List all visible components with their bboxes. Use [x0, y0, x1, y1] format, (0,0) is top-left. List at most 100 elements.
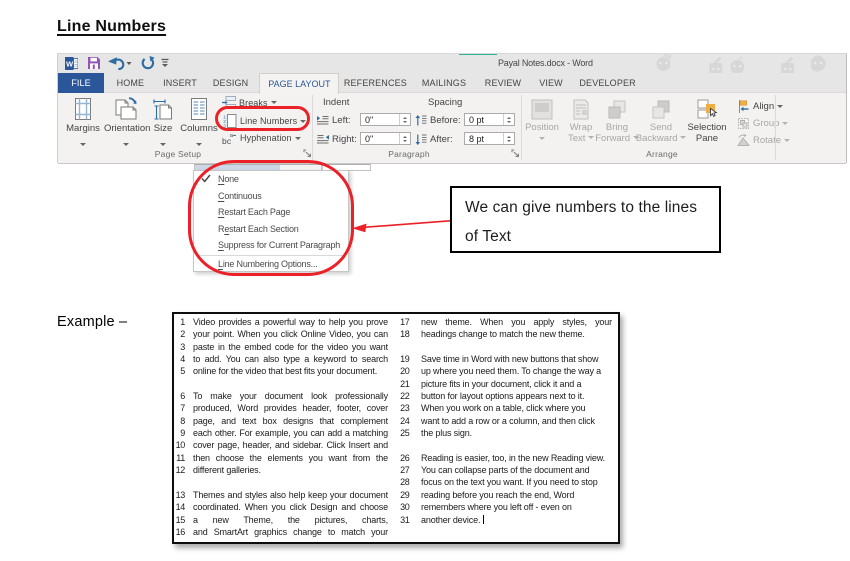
- line-number: 28: [400, 477, 410, 488]
- spacing-before-icon: [415, 114, 427, 125]
- position-button[interactable]: Position: [521, 95, 563, 159]
- example-left-column: 1 Video provides a powerful way to help …: [172, 317, 389, 539]
- undo-icon[interactable]: [107, 56, 125, 70]
- spacing-after-icon: [415, 134, 427, 145]
- ribbon-tab[interactable]: MAILINGS: [422, 73, 466, 93]
- example-line: 30 remembers where you left off - even o…: [400, 502, 612, 514]
- ribbon-tab[interactable]: HOME: [117, 73, 145, 93]
- example-line: 13 Themes and styles also help keep your…: [172, 490, 389, 502]
- margins-icon: [75, 98, 91, 120]
- line-text: produced, Word provides header, footer, …: [193, 403, 388, 414]
- indent-header: Indent: [323, 97, 350, 108]
- blob-watermark-icon: [811, 55, 826, 72]
- ribbon-tab[interactable]: DEVELOPER: [579, 73, 635, 93]
- ribbon-tab[interactable]: VIEW: [539, 73, 563, 93]
- indent-right-input[interactable]: 0": [360, 132, 411, 145]
- save-icon[interactable]: [88, 56, 100, 70]
- undo-dropdown-icon[interactable]: [126, 56, 132, 70]
- page-title: Line Numbers: [57, 18, 167, 35]
- group-button[interactable]: Group: [737, 116, 789, 130]
- example-line: 22 button for layout options appears nex…: [400, 391, 612, 403]
- rotate-button[interactable]: Rotate: [737, 133, 790, 147]
- line-number: 4: [180, 353, 185, 364]
- hyphenation-button[interactable]: bc a Hyphenation: [222, 130, 301, 146]
- line-text: remembers where you left off - even on: [421, 502, 572, 513]
- line-text: Reading is easier, too, in the new Readi…: [421, 452, 605, 463]
- group-icon: [738, 117, 749, 129]
- line-text: paste in the embed code for the video yo…: [193, 341, 388, 352]
- wrap-text-icon: [573, 99, 589, 120]
- ribbon-tab[interactable]: REFERENCES: [344, 73, 407, 93]
- line-number: 7: [180, 403, 185, 414]
- line-number: 9: [180, 428, 185, 439]
- spacing-before-row: Before:: [415, 113, 461, 127]
- orientation-icon: [115, 97, 137, 120]
- example-label: Example –: [57, 314, 128, 330]
- ribbon-tabs: FILE HOME INSERT DESIGN PAGE LAYOUT REFE…: [58, 73, 846, 94]
- line-text: and SmartArt graphics change to match yo…: [193, 526, 388, 537]
- line-number: 2: [180, 329, 185, 340]
- dropdown-caret-icon: [782, 121, 789, 125]
- ribbon-tab[interactable]: FILE: [58, 73, 104, 93]
- dropdown-caret-icon: [777, 104, 784, 108]
- line-text: a new Theme, the pictures, charts,: [193, 514, 388, 525]
- spacing-after-input[interactable]: 8 pt: [464, 132, 515, 145]
- align-icon: [739, 99, 749, 113]
- ribbon-tab[interactable]: PAGE LAYOUT: [259, 73, 340, 94]
- indent-left-input[interactable]: 0": [360, 113, 411, 126]
- example-line: 20 up where you need them. To change the…: [400, 366, 612, 378]
- spacing-after-row: After:: [415, 132, 453, 146]
- align-button[interactable]: Align: [737, 99, 784, 113]
- indent-right-row: Right:: [317, 132, 357, 146]
- spacing-before-input[interactable]: 0 pt: [464, 113, 515, 126]
- text-cursor: [483, 514, 485, 524]
- line-number: 11: [176, 452, 185, 463]
- dropdown-caret-icon: [160, 142, 166, 146]
- margins-button[interactable]: Margins: [62, 95, 104, 161]
- line-text: each other. For example, you can add a m…: [193, 428, 388, 439]
- spacing-before-spinner[interactable]: [503, 114, 514, 125]
- paragraph-dialog-launcher[interactable]: [511, 149, 520, 158]
- line-text: up where you need them. To change the wa…: [421, 366, 602, 377]
- rotate-icon: [737, 133, 750, 146]
- watermark-icons: [656, 54, 826, 73]
- ribbon-tab[interactable]: REVIEW: [485, 73, 521, 93]
- example-line: 12 different galleries.: [172, 465, 388, 477]
- page-setup-group-label: Page Setup: [154, 149, 202, 159]
- line-text: new theme. When you apply styles, your: [421, 316, 612, 327]
- word-app-icon: W: [65, 56, 78, 70]
- line-number: 21: [400, 378, 410, 389]
- indent-right-spinner[interactable]: [399, 133, 410, 144]
- example-line: 29 reading before you reach the end, Wor…: [400, 490, 612, 502]
- spacing-after-spinner[interactable]: [503, 133, 514, 144]
- line-number: 24: [400, 415, 410, 426]
- line-number: 5: [180, 366, 185, 377]
- indent-left-spinner[interactable]: [399, 114, 410, 125]
- example-line: 17 new theme. When you apply styles, you…: [400, 317, 612, 329]
- spacing-header: Spacing: [428, 97, 463, 108]
- line-text: headings change to match the new theme.: [421, 329, 585, 340]
- line-number: 25: [400, 428, 410, 439]
- example-line: 7 produced, Word provides header, footer…: [172, 403, 388, 415]
- example-line: 9 each other. For example, you can add a…: [172, 428, 388, 440]
- line-number: 8: [180, 415, 185, 426]
- selection-pane-icon: [697, 99, 718, 119]
- line-text: You can collapse parts of the document a…: [421, 465, 590, 476]
- customize-qat-icon[interactable]: [161, 56, 169, 70]
- example-right-column: 17 new theme. When you apply styles, you…: [400, 317, 612, 527]
- page-setup-dialog-launcher[interactable]: [303, 149, 312, 158]
- columns-icon: [191, 98, 207, 120]
- line-text: another device.: [421, 514, 481, 525]
- repeat-icon[interactable]: [141, 56, 155, 70]
- ribbon-tab[interactable]: INSERT: [163, 73, 197, 93]
- example-line: 28 focus on the text you want. If you ne…: [400, 477, 612, 489]
- line-text: cover page, header, and sidebar. Click I…: [193, 440, 388, 451]
- example-line: 2 your point. When you click Online Vide…: [172, 329, 388, 341]
- send-backward-icon: [652, 100, 670, 119]
- line-text: page, and text box designs that compleme…: [193, 415, 388, 426]
- ribbon-tab[interactable]: DESIGN: [213, 73, 248, 93]
- line-number: 15: [175, 514, 186, 525]
